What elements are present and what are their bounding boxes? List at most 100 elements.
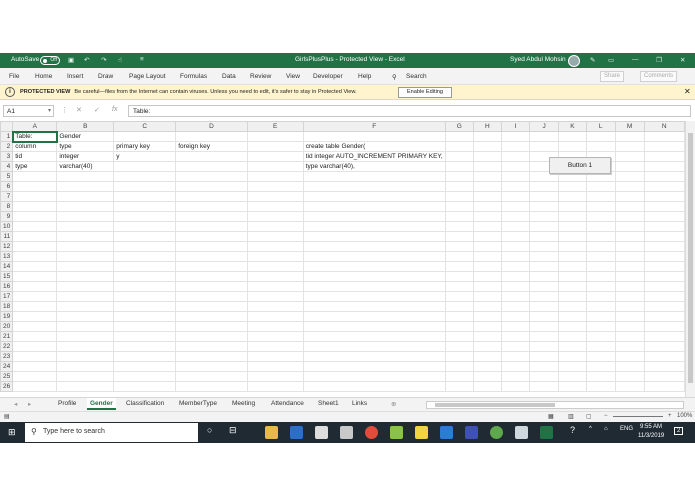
cell-j19[interactable] — [529, 311, 559, 322]
cell-i20[interactable] — [500, 321, 531, 332]
cell-d23[interactable] — [175, 351, 248, 362]
comments-button[interactable]: Comments — [640, 71, 678, 82]
minimize-icon[interactable]: — — [632, 56, 639, 63]
cell-h13[interactable] — [472, 251, 502, 262]
cell-f10[interactable] — [302, 221, 446, 232]
cell-f19[interactable] — [302, 311, 446, 322]
cell-l13[interactable] — [585, 251, 616, 262]
cell-i6[interactable] — [500, 181, 531, 192]
cell-a18[interactable] — [12, 301, 58, 312]
cell-h5[interactable] — [472, 171, 502, 182]
cell-l22[interactable] — [585, 341, 616, 352]
cell-n23[interactable] — [643, 351, 685, 362]
cell-e18[interactable] — [246, 301, 304, 312]
mail-icon[interactable] — [315, 426, 328, 439]
tab-page-layout[interactable]: Page Layout — [129, 73, 166, 80]
row-header[interactable]: 7 — [0, 191, 14, 202]
cell-a26[interactable] — [12, 381, 58, 392]
cell-l10[interactable] — [585, 221, 616, 232]
tab-formulas[interactable]: Formulas — [180, 73, 207, 80]
cell-j9[interactable] — [529, 211, 559, 222]
cell-c22[interactable] — [113, 341, 177, 352]
cell-n14[interactable] — [643, 261, 685, 272]
cell-l11[interactable] — [585, 231, 616, 242]
cell-g15[interactable] — [444, 271, 474, 282]
cell-c17[interactable] — [113, 291, 177, 302]
cell-e23[interactable] — [246, 351, 304, 362]
cell-l7[interactable] — [585, 191, 616, 202]
cell-b12[interactable] — [56, 241, 115, 252]
language-indicator[interactable]: ENG — [620, 426, 633, 432]
cell-i8[interactable] — [500, 201, 531, 212]
cell-i4[interactable] — [500, 161, 531, 172]
row-header[interactable]: 21 — [0, 331, 14, 342]
cell-m24[interactable] — [614, 361, 645, 372]
row-header[interactable]: 26 — [0, 381, 14, 392]
cell-f2[interactable]: create table Gender( — [302, 141, 446, 152]
cell-g23[interactable] — [444, 351, 474, 362]
row-header[interactable]: 17 — [0, 291, 14, 302]
cell-l23[interactable] — [585, 351, 616, 362]
page-break-view-icon[interactable]: ▢ — [586, 413, 592, 420]
cell-c24[interactable] — [113, 361, 177, 372]
cell-a9[interactable] — [12, 211, 58, 222]
row-header[interactable]: 1 — [0, 131, 14, 142]
cell-n10[interactable] — [643, 221, 685, 232]
cell-f13[interactable] — [302, 251, 446, 262]
cell-k9[interactable] — [557, 211, 587, 222]
row-header[interactable]: 5 — [0, 171, 14, 182]
sheet-tab-meeting[interactable]: Meeting — [232, 400, 255, 407]
cell-k12[interactable] — [557, 241, 587, 252]
cell-f16[interactable] — [302, 281, 446, 292]
close-icon[interactable]: ✕ — [680, 56, 685, 64]
cell-e8[interactable] — [246, 201, 304, 212]
cell-d7[interactable] — [175, 191, 248, 202]
cell-b14[interactable] — [56, 261, 115, 272]
cell-d9[interactable] — [175, 211, 248, 222]
formula-input[interactable]: Table: — [128, 105, 691, 117]
cell-d20[interactable] — [175, 321, 248, 332]
cell-l9[interactable] — [585, 211, 616, 222]
cell-e2[interactable] — [246, 141, 304, 152]
cell-h10[interactable] — [472, 221, 502, 232]
cell-n3[interactable] — [643, 151, 685, 162]
cell-a4[interactable]: type — [12, 161, 58, 172]
app-grid-icon[interactable] — [390, 426, 403, 439]
cell-n2[interactable] — [643, 141, 685, 152]
cell-m16[interactable] — [614, 281, 645, 292]
cell-f20[interactable] — [302, 321, 446, 332]
cell-h17[interactable] — [472, 291, 502, 302]
cell-a25[interactable] — [12, 371, 58, 382]
sheet-tab-classification[interactable]: Classification — [126, 400, 164, 407]
cell-c13[interactable] — [113, 251, 177, 262]
cell-l26[interactable] — [585, 381, 616, 392]
cell-c15[interactable] — [113, 271, 177, 282]
cell-m15[interactable] — [614, 271, 645, 282]
file-explorer-icon[interactable] — [265, 426, 278, 439]
cell-e16[interactable] — [246, 281, 304, 292]
cell-m7[interactable] — [614, 191, 645, 202]
cell-d12[interactable] — [175, 241, 248, 252]
cell-e15[interactable] — [246, 271, 304, 282]
cell-j15[interactable] — [529, 271, 559, 282]
cell-k7[interactable] — [557, 191, 587, 202]
cell-k14[interactable] — [557, 261, 587, 272]
windows-start-icon[interactable]: ⊞ — [8, 427, 16, 438]
cell-j2[interactable] — [529, 141, 559, 152]
cell-e6[interactable] — [246, 181, 304, 192]
tab-view[interactable]: View — [286, 73, 300, 80]
cell-n21[interactable] — [643, 331, 685, 342]
sheet-tab-sheet1[interactable]: Sheet1 — [318, 400, 339, 407]
row-header[interactable]: 24 — [0, 361, 14, 372]
cell-n9[interactable] — [643, 211, 685, 222]
cell-f3[interactable]: tid integer AUTO_INCREMENT PRIMARY KEY, — [302, 151, 446, 162]
cell-e4[interactable] — [246, 161, 304, 172]
row-header[interactable]: 19 — [0, 311, 14, 322]
cell-k15[interactable] — [557, 271, 587, 282]
cell-a12[interactable] — [12, 241, 58, 252]
cell-g26[interactable] — [444, 381, 474, 392]
cell-h6[interactable] — [472, 181, 502, 192]
column-header-m[interactable]: M — [614, 121, 645, 132]
cell-d10[interactable] — [175, 221, 248, 232]
cell-h4[interactable] — [472, 161, 502, 172]
